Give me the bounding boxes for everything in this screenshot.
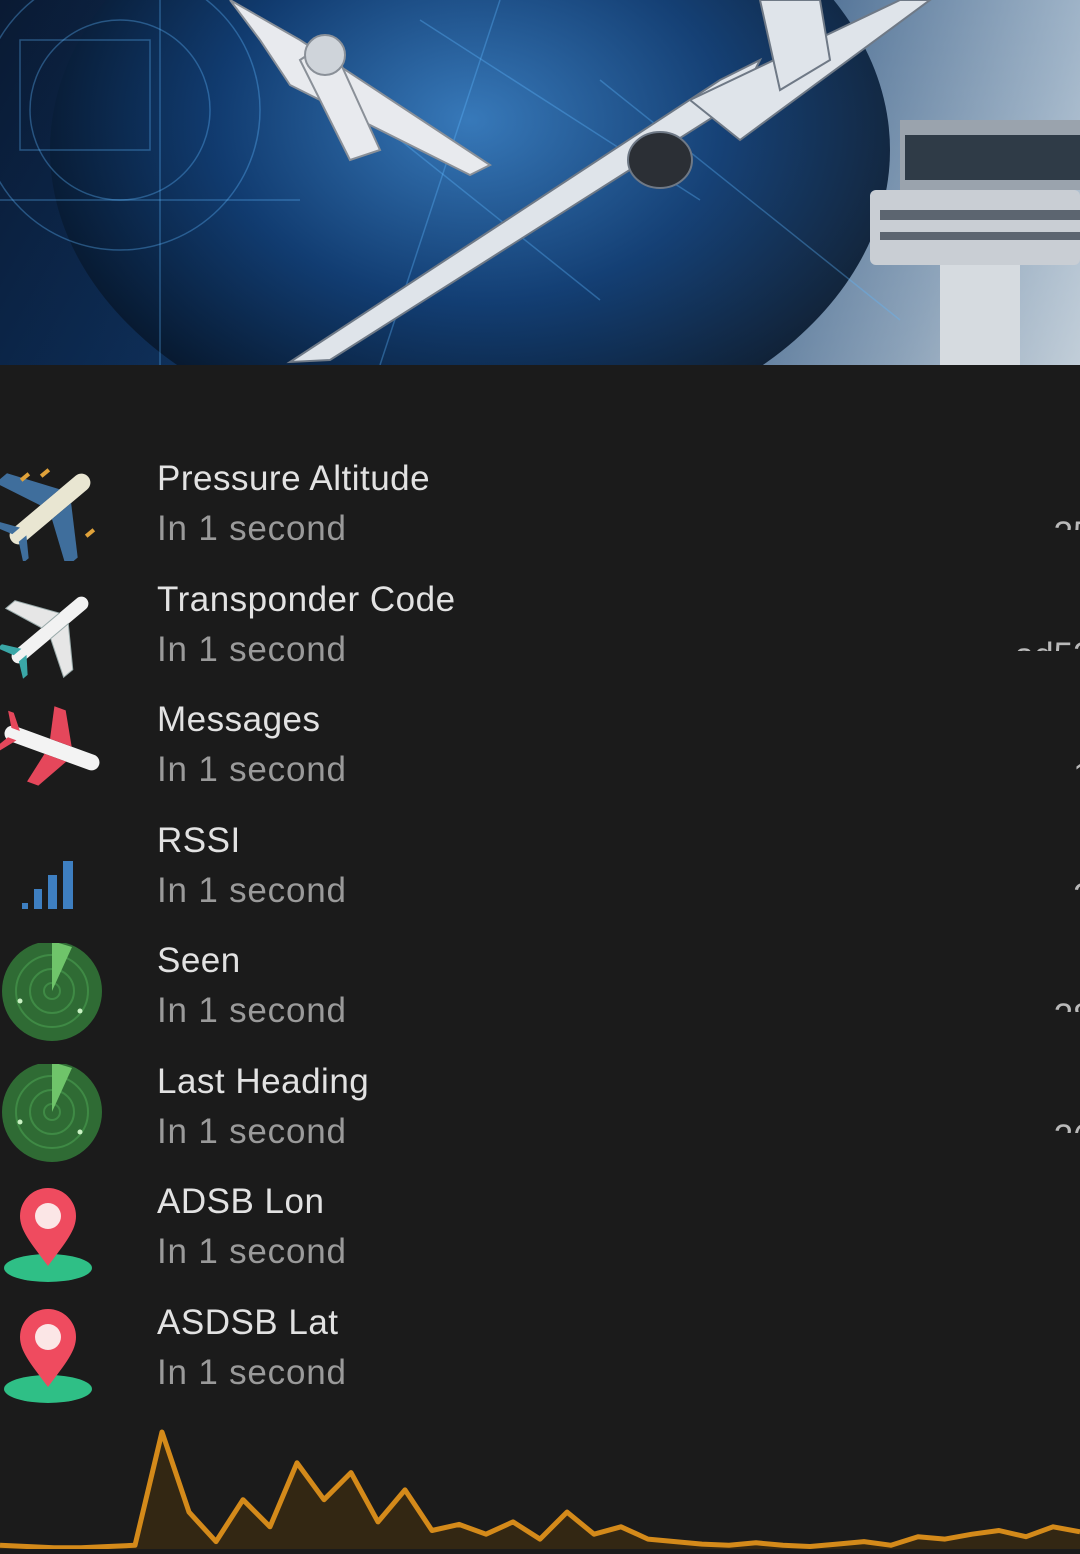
signal-bars-icon bbox=[0, 823, 110, 923]
map-pin-icon bbox=[0, 1305, 110, 1405]
sensor-title: Last Heading bbox=[157, 1061, 370, 1101]
sensor-subtitle: In 1 second bbox=[157, 1352, 347, 1392]
sensor-title: ADSB Lon bbox=[157, 1182, 325, 1221]
radar-icon bbox=[0, 1061, 110, 1164]
sensor-title: RSSI bbox=[157, 820, 241, 860]
sensor-row-messages[interactable]: Messages In 1 second 16 bbox=[0, 696, 1080, 817]
airplane-white-icon bbox=[0, 582, 110, 682]
sensor-row-pressure-altitude[interactable]: Pressure Altitude In 1 second 352 bbox=[0, 455, 1080, 576]
sensor-subtitle: In 1 second bbox=[157, 870, 347, 910]
sensor-row-last-heading[interactable]: Last Heading In 1 second 263 bbox=[0, 1058, 1080, 1179]
sensor-row-adsb-lon[interactable]: ADSB Lon In 1 second bbox=[0, 1178, 1080, 1299]
sensor-row-rssi[interactable]: RSSI In 1 second -24 bbox=[0, 817, 1080, 938]
sensor-subtitle: In 1 second bbox=[157, 1111, 347, 1151]
sensor-subtitle: In 1 second bbox=[157, 1232, 347, 1271]
sensor-value: -24 bbox=[1061, 877, 1080, 892]
sensor-subtitle: In 1 second bbox=[157, 629, 347, 669]
sensor-value: 352 bbox=[1054, 515, 1080, 530]
sparkline-area bbox=[0, 1432, 1080, 1549]
sensor-subtitle: In 1 second bbox=[157, 509, 347, 548]
activity-sparkline-chart bbox=[0, 1420, 1080, 1551]
sensor-subtitle: In 1 second bbox=[157, 750, 347, 789]
hero-banner-image bbox=[0, 0, 1080, 365]
airplane-blue-icon bbox=[0, 461, 110, 568]
sensor-title: ASDSB Lat bbox=[157, 1302, 339, 1342]
sensor-row-transponder-code[interactable]: Transponder Code In 1 second ad532 bbox=[0, 576, 1080, 697]
sensor-value: ad532 bbox=[1015, 636, 1080, 651]
sensor-value: 16 bbox=[1073, 756, 1080, 771]
sensor-title: Transponder Code bbox=[157, 579, 456, 619]
sensor-subtitle: In 1 second bbox=[157, 991, 347, 1030]
sensor-row-seen[interactable]: Seen In 1 second 289 bbox=[0, 937, 1080, 1058]
sensor-title: Seen bbox=[157, 941, 241, 980]
sensor-value: 263 bbox=[1054, 1118, 1080, 1133]
radar-icon bbox=[0, 941, 110, 1043]
sensor-list: Pressure Altitude In 1 second 352 Transp… bbox=[0, 455, 1080, 1419]
sensor-row-adsb-lat[interactable]: ASDSB Lat In 1 second bbox=[0, 1299, 1080, 1420]
sensor-title: Pressure Altitude bbox=[157, 459, 431, 498]
airplane-red-icon bbox=[0, 702, 110, 802]
sensor-value: 289 bbox=[1054, 997, 1080, 1012]
sensor-title: Messages bbox=[157, 700, 321, 739]
map-pin-icon bbox=[0, 1184, 110, 1284]
